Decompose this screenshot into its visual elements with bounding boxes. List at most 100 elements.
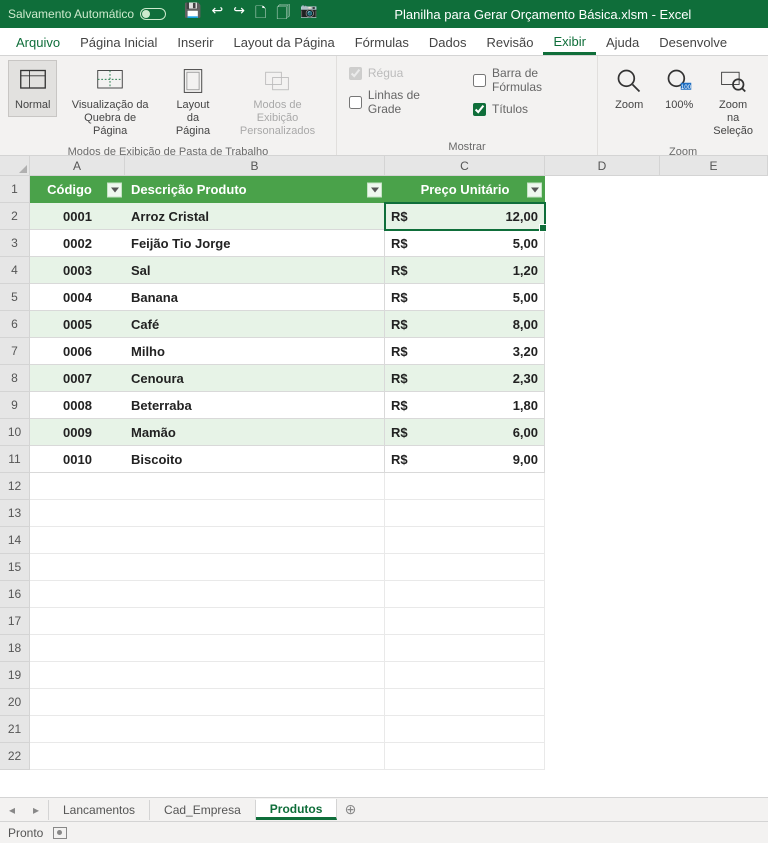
row-header[interactable]: 8 — [0, 365, 30, 392]
cell-codigo[interactable]: 0010 — [30, 446, 125, 473]
tab-home[interactable]: Página Inicial — [70, 30, 167, 55]
cell-preco[interactable]: R$8,00 — [385, 311, 545, 338]
filter-icon[interactable] — [367, 182, 382, 197]
tab-review[interactable]: Revisão — [477, 30, 544, 55]
cell-preco[interactable]: R$12,00 — [385, 203, 545, 230]
tab-scroll-left-icon[interactable]: ◂ — [0, 803, 24, 817]
col-header-A[interactable]: A — [30, 156, 125, 175]
cell-descricao[interactable]: Arroz Cristal — [125, 203, 385, 230]
cell-preco[interactable]: R$1,80 — [385, 392, 545, 419]
cell-descricao[interactable]: Milho — [125, 338, 385, 365]
tab-scroll-right-icon[interactable]: ▸ — [24, 803, 48, 817]
redo-icon[interactable]: ↪ — [233, 2, 245, 26]
cell-descricao[interactable]: Beterraba — [125, 392, 385, 419]
header-codigo[interactable]: Código — [30, 176, 125, 203]
cell-descricao[interactable]: Café — [125, 311, 385, 338]
row-header[interactable]: 19 — [0, 662, 30, 689]
macro-record-icon[interactable] — [53, 827, 67, 839]
row-header[interactable]: 6 — [0, 311, 30, 338]
cell-preco[interactable]: R$3,20 — [385, 338, 545, 365]
row-header[interactable]: 5 — [0, 284, 30, 311]
cell-codigo[interactable]: 0003 — [30, 257, 125, 284]
cell-preco[interactable]: R$5,00 — [385, 284, 545, 311]
row-header[interactable]: 1 — [0, 176, 30, 203]
open-file-icon[interactable]: 🗍 — [276, 2, 290, 26]
page-layout-button[interactable]: Layout da Página — [163, 60, 223, 144]
cell-codigo[interactable]: 0002 — [30, 230, 125, 257]
cell-preco[interactable]: R$6,00 — [385, 419, 545, 446]
row-header[interactable]: 7 — [0, 338, 30, 365]
cell-codigo[interactable]: 0009 — [30, 419, 125, 446]
row-header[interactable]: 14 — [0, 527, 30, 554]
normal-view-button[interactable]: Normal — [8, 60, 57, 117]
cell-descricao[interactable]: Sal — [125, 257, 385, 284]
cell-codigo[interactable]: 0005 — [30, 311, 125, 338]
cell-descricao[interactable]: Banana — [125, 284, 385, 311]
autosave-toggle[interactable]: Salvamento Automático — [8, 7, 166, 21]
sheet-tab-cad-empresa[interactable]: Cad_Empresa — [150, 800, 256, 820]
save-icon[interactable]: 💾 — [184, 2, 201, 26]
page-break-preview-button[interactable]: Visualização da Quebra de Página — [61, 60, 158, 144]
new-file-icon[interactable]: 🗋 — [255, 2, 266, 26]
row-header[interactable]: 22 — [0, 743, 30, 770]
filter-icon[interactable] — [107, 182, 122, 197]
zoom-selection-icon — [717, 65, 749, 97]
tab-formulas[interactable]: Fórmulas — [345, 30, 419, 55]
zoom-button[interactable]: Zoom — [606, 60, 652, 117]
tab-page-layout[interactable]: Layout da Página — [224, 30, 345, 55]
cell-codigo[interactable]: 0007 — [30, 365, 125, 392]
cell-codigo[interactable]: 0001 — [30, 203, 125, 230]
formula-bar-checkbox[interactable]: Barra de Fórmulas — [473, 64, 585, 96]
row-header[interactable]: 11 — [0, 446, 30, 473]
cell-preco[interactable]: R$5,00 — [385, 230, 545, 257]
header-descricao[interactable]: Descrição Produto — [125, 176, 385, 203]
tab-insert[interactable]: Inserir — [167, 30, 223, 55]
zoom-100-button[interactable]: 100 100% — [656, 60, 702, 117]
toggle-switch-icon[interactable] — [140, 8, 166, 20]
cell-descricao[interactable]: Feijão Tio Jorge — [125, 230, 385, 257]
row-header[interactable]: 13 — [0, 500, 30, 527]
col-header-B[interactable]: B — [125, 156, 385, 175]
row-header[interactable]: 10 — [0, 419, 30, 446]
filter-icon[interactable] — [527, 182, 542, 197]
grid[interactable]: 1 Código Descrição Produto Preço Unitári… — [0, 176, 768, 797]
header-preco[interactable]: Preço Unitário — [385, 176, 545, 203]
cell-codigo[interactable]: 0008 — [30, 392, 125, 419]
gridlines-checkbox[interactable]: Linhas de Grade — [349, 86, 451, 118]
row-header[interactable]: 12 — [0, 473, 30, 500]
cell-descricao[interactable]: Biscoito — [125, 446, 385, 473]
row-header[interactable]: 9 — [0, 392, 30, 419]
row-header[interactable]: 2 — [0, 203, 30, 230]
cell-codigo[interactable]: 0006 — [30, 338, 125, 365]
zoom-selection-button[interactable]: Zoom na Seleção — [706, 60, 760, 144]
tab-developer[interactable]: Desenvolve — [649, 30, 737, 55]
cell-codigo[interactable]: 0004 — [30, 284, 125, 311]
tab-data[interactable]: Dados — [419, 30, 477, 55]
cell-preco[interactable]: R$2,30 — [385, 365, 545, 392]
cell-preco[interactable]: R$9,00 — [385, 446, 545, 473]
cell-descricao[interactable]: Cenoura — [125, 365, 385, 392]
row-header[interactable]: 17 — [0, 608, 30, 635]
cell-descricao[interactable]: Mamão — [125, 419, 385, 446]
sheet-tab-produtos[interactable]: Produtos — [256, 799, 338, 820]
row-header[interactable]: 4 — [0, 257, 30, 284]
row-header[interactable]: 16 — [0, 581, 30, 608]
col-header-C[interactable]: C — [385, 156, 545, 175]
tab-file[interactable]: Arquivo — [6, 30, 70, 55]
headings-checkbox[interactable]: Títulos — [473, 100, 585, 118]
undo-icon[interactable]: ↩ — [212, 2, 224, 26]
camera-icon[interactable]: 📷 — [300, 2, 317, 26]
row-header[interactable]: 3 — [0, 230, 30, 257]
sheet-tab-lancamentos[interactable]: Lancamentos — [48, 800, 150, 820]
cell-preco[interactable]: R$1,20 — [385, 257, 545, 284]
select-all-corner[interactable] — [0, 156, 30, 175]
add-sheet-button[interactable]: ⊕ — [337, 801, 363, 818]
row-header[interactable]: 15 — [0, 554, 30, 581]
row-header[interactable]: 20 — [0, 689, 30, 716]
row-header[interactable]: 18 — [0, 635, 30, 662]
col-header-D[interactable]: D — [545, 156, 660, 175]
col-header-E[interactable]: E — [660, 156, 768, 175]
tab-help[interactable]: Ajuda — [596, 30, 649, 55]
tab-view[interactable]: Exibir — [543, 29, 596, 55]
row-header[interactable]: 21 — [0, 716, 30, 743]
